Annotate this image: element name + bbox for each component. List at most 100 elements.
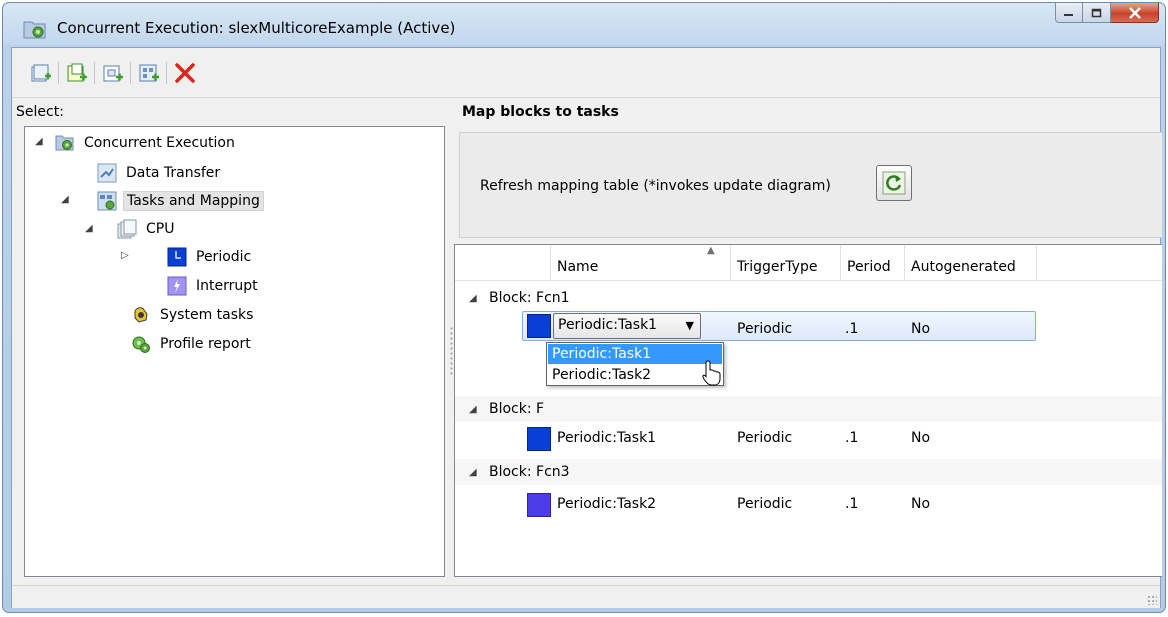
cpu-icon [117,219,137,239]
mapping-grid[interactable]: ▲ Name TriggerType Period Autogenerated … [454,244,1162,577]
close-button[interactable] [1111,3,1159,23]
refresh-label: Refresh mapping table (*invokes update d… [480,178,831,194]
group-label: Block: Fcn3 [489,464,570,480]
resize-grip[interactable] [1147,595,1157,605]
tree-label: Data Transfer [126,165,221,181]
title-bar[interactable]: Concurrent Execution: slexMulticoreExamp… [3,3,1165,45]
cell-name: Periodic:Task2 [557,496,657,512]
cell-triggertype: Periodic [737,321,793,337]
close-icon [1128,6,1141,19]
tree-label: Interrupt [196,278,258,294]
grid-header: ▲ Name TriggerType Period Autogenerated [455,245,1162,281]
collapse-arrow-icon[interactable]: ◢ [61,194,69,205]
cell-autogenerated: No [911,430,931,446]
delete-button[interactable] [172,60,198,86]
column-label: Autogenerated [911,259,1016,275]
cell-period: .1 [845,430,859,446]
tree-label: System tasks [160,307,254,323]
add-profile-button[interactable] [136,60,162,86]
collapse-arrow-icon[interactable]: ◢ [469,467,477,478]
table-row[interactable]: Periodic:Task1 ▼ Periodic .1 No [455,311,1162,341]
table-row[interactable]: Periodic:Task2 Periodic .1 No [455,491,1162,521]
minimize-icon [1064,13,1073,16]
delete-icon [175,63,195,83]
concurrent-execution-icon [23,21,46,39]
tree-item-profile-report[interactable]: Profile report [131,332,254,356]
refresh-group: Refresh mapping table (*invokes update d… [459,132,1162,238]
column-label: Period [847,259,891,275]
group-label: Block: Fcn1 [489,290,570,306]
status-bar [12,585,1160,608]
column-header-triggertype[interactable]: TriggerType [731,245,841,281]
navigation-tree[interactable]: ◢ Concurrent Execution Data Transfer ◢ T… [24,126,445,577]
minimize-button[interactable] [1055,3,1083,23]
cell-name: Periodic:Task1 [557,430,657,446]
system-tasks-icon [134,307,148,323]
tree-item-periodic[interactable]: Periodic [167,245,254,269]
collapse-arrow-icon[interactable]: ◢ [35,136,43,147]
cell-autogenerated: No [911,321,931,337]
cell-period: .1 [845,496,859,512]
group-label: Block: F [489,401,545,417]
tree-item-data-transfer[interactable]: Data Transfer [97,161,223,185]
sort-ascending-icon: ▲ [707,245,715,256]
refresh-button[interactable] [876,165,912,201]
tree-item-concurrent-execution[interactable]: Concurrent Execution [55,131,238,155]
tree-item-tasks-and-mapping[interactable]: Tasks and Mapping [97,189,264,213]
collapse-arrow-icon[interactable]: ◢ [85,223,93,234]
combo-value: Periodic:Task1 [558,317,658,333]
group-row[interactable]: ◢ Block: Fcn1 [455,285,1162,311]
map-blocks-title: Map blocks to tasks [462,104,619,120]
periodic-icon [167,247,187,267]
cell-autogenerated: No [911,496,931,512]
add-profile-icon [139,64,159,82]
maximize-button[interactable] [1083,3,1111,23]
add-periodic-icon [67,63,87,82]
column-label: Name [557,259,599,275]
tree-label: Concurrent Execution [84,135,235,151]
periodic-task-icon [527,493,551,517]
collapse-arrow-icon[interactable]: ◢ [469,293,477,304]
concurrent-execution-icon [55,135,74,151]
column-header-period[interactable]: Period [841,245,905,281]
add-periodic-button[interactable] [64,60,90,86]
profile-report-icon [132,336,150,353]
data-transfer-icon [97,163,117,183]
dropdown-option-task1[interactable]: Periodic:Task1 [548,344,722,364]
add-trigger-button[interactable] [100,60,126,86]
tree-item-interrupt[interactable]: Interrupt [167,274,261,298]
column-label: TriggerType [737,259,818,275]
add-trigger-icon [103,65,123,82]
maximize-icon [1091,8,1101,17]
add-task-icon [31,64,51,82]
task-dropdown-list[interactable]: Periodic:Task1 Periodic:Task2 [546,342,724,386]
column-header-name[interactable]: ▲ Name [551,245,731,281]
header-spacer [455,245,551,281]
cell-period: .1 [845,321,859,337]
table-row[interactable]: Periodic:Task1 Periodic .1 No [455,425,1162,455]
tasks-mapping-icon [97,191,117,211]
tree-item-system-tasks[interactable]: System tasks [131,303,256,327]
tree-label: Profile report [160,336,251,352]
cell-triggertype: Periodic [737,430,793,446]
tree-item-cpu[interactable]: CPU [117,217,177,241]
collapse-arrow-icon[interactable]: ◢ [469,404,477,415]
group-row[interactable]: ◢ Block: Fcn3 [455,459,1162,485]
group-row[interactable]: ◢ Block: F [455,396,1162,422]
cell-triggertype: Periodic [737,496,793,512]
periodic-task-icon [527,427,551,451]
add-task-button[interactable] [28,60,54,86]
dropdown-option-task2[interactable]: Periodic:Task2 [548,365,722,385]
mouse-pointer-icon [702,360,721,386]
periodic-task-icon [527,314,551,338]
tree-label: Periodic [196,249,252,265]
expand-arrow-icon[interactable]: ▷ [121,250,129,261]
tree-label: Tasks and Mapping [123,191,264,211]
window-title: Concurrent Execution: slexMulticoreExamp… [57,19,456,37]
pane-splitter[interactable] [450,326,453,376]
chevron-down-icon: ▼ [685,319,694,332]
select-label: Select: [16,104,64,120]
task-combo-box[interactable]: Periodic:Task1 ▼ [553,313,701,339]
column-header-autogenerated[interactable]: Autogenerated [905,245,1037,281]
tree-label: CPU [146,221,175,237]
